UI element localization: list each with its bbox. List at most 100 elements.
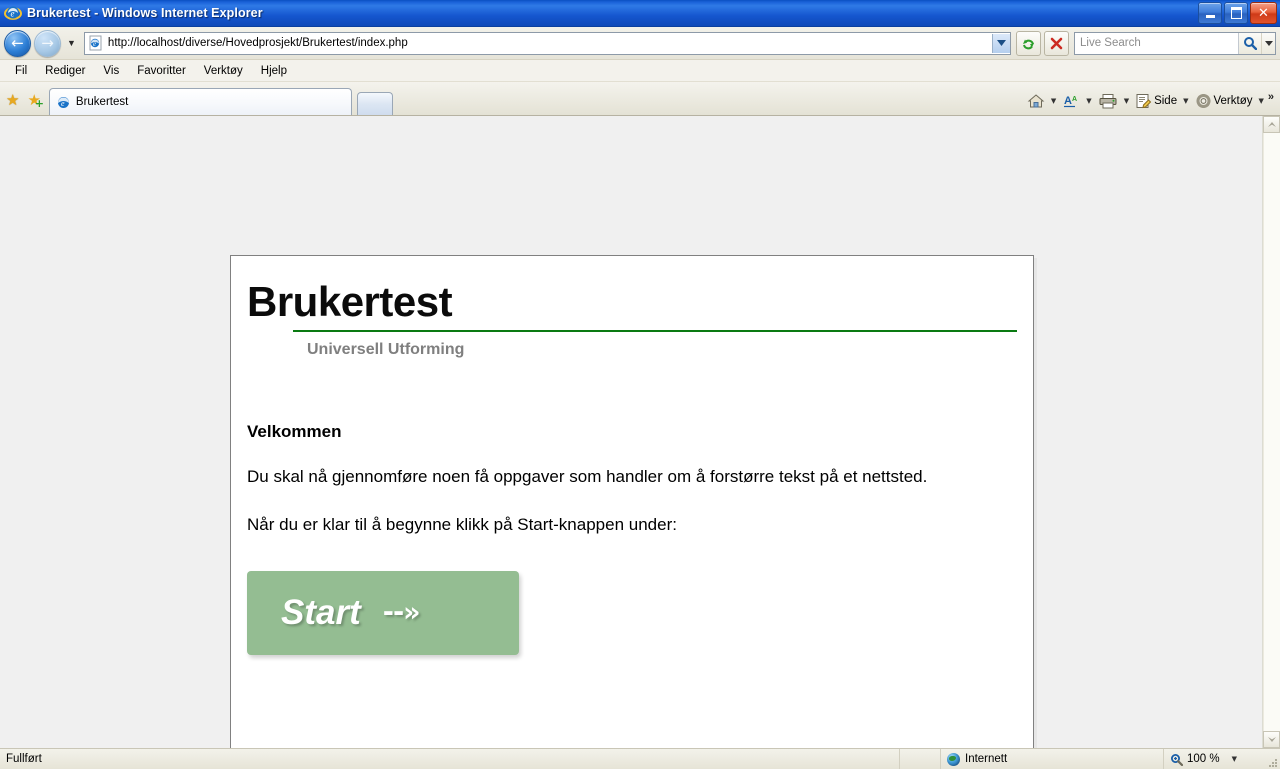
maximize-icon [1230, 7, 1242, 19]
address-input[interactable]: http://localhost/diverse/Hovedprosjekt/B… [108, 37, 408, 49]
status-bar: Fullført Internett 100 % ▼ [0, 748, 1280, 769]
tools-menu-label: Verktøy [1213, 95, 1253, 107]
arrow-right-icon: --» [382, 597, 421, 629]
forward-button[interactable]: → [34, 29, 61, 57]
start-button-label: Start [281, 592, 361, 632]
start-button[interactable]: Start --» [247, 570, 519, 655]
security-zone[interactable]: Internett [941, 749, 1164, 769]
search-icon [1244, 37, 1257, 50]
page-content-frame: Brukertest Universell Utforming Velkomme… [230, 255, 1034, 748]
print-button[interactable] [1096, 91, 1120, 111]
add-favorite-icon[interactable]: ★ + [27, 93, 43, 109]
page-area: Brukertest Universell Utforming Velkomme… [0, 116, 1280, 748]
zoom-level: 100 % [1187, 753, 1220, 765]
browser-window: e Brukertest - Windows Internet Explorer… [0, 0, 1280, 769]
text-size-button[interactable]: A A [1060, 91, 1082, 111]
stop-icon [1050, 37, 1063, 49]
window-controls: ✕ [1198, 2, 1277, 24]
tab-favicon: e [56, 95, 71, 110]
menu-item-favorites[interactable]: Favoritter [128, 63, 195, 79]
gear-icon [1196, 94, 1210, 108]
menu-bar: Fil Rediger Vis Favoritter Verktøy Hjelp [0, 60, 1280, 82]
plus-glyph: + [34, 97, 44, 110]
maximize-button[interactable] [1224, 2, 1248, 24]
history-dropdown-button[interactable]: ▼ [64, 38, 79, 48]
stop-button[interactable] [1044, 30, 1069, 56]
home-caret-icon[interactable]: ▼ [1049, 97, 1058, 105]
print-caret-icon[interactable]: ▼ [1122, 97, 1131, 105]
minimize-button[interactable] [1198, 2, 1222, 24]
title-divider [293, 330, 1017, 333]
instruction-paragraph: Når du er klar til å begynne klikk på St… [247, 515, 677, 535]
home-button[interactable] [1025, 91, 1047, 111]
print-icon [1099, 94, 1117, 109]
favorites-toolbar: ★ ★ + [6, 93, 49, 115]
search-bar[interactable]: Live Search [1074, 31, 1276, 55]
zoom-control[interactable]: 100 % ▼ [1164, 749, 1264, 769]
page-title: Brukertest [247, 278, 453, 325]
page-caret-icon[interactable]: ▼ [1181, 97, 1190, 105]
new-tab-button[interactable] [356, 92, 393, 115]
minimize-icon [1205, 14, 1215, 18]
tools-caret-icon[interactable]: ▼ [1256, 97, 1265, 105]
svg-text:A: A [1064, 95, 1072, 107]
svg-text:e: e [61, 99, 65, 108]
globe-icon [947, 752, 960, 766]
tab-brukertest[interactable]: e Brukertest [48, 88, 352, 115]
title-bar: e Brukertest - Windows Internet Explorer… [0, 0, 1280, 27]
internet-explorer-icon: e [4, 4, 22, 22]
search-dropdown-button[interactable] [1261, 32, 1275, 54]
vertical-scrollbar[interactable] [1262, 116, 1280, 748]
status-message: Fullført [0, 749, 900, 769]
document-viewport: Brukertest Universell Utforming Velkomme… [0, 116, 1262, 748]
page-icon: e [88, 35, 104, 51]
chevron-up-icon [1267, 122, 1276, 127]
intro-paragraph: Du skal nå gjennomføre noen få oppgaver … [247, 467, 928, 487]
svg-text:e: e [11, 9, 15, 19]
forward-arrow-icon: → [41, 34, 54, 52]
scroll-down-button[interactable] [1263, 731, 1280, 748]
search-input[interactable]: Live Search [1080, 37, 1141, 49]
tools-menu-button[interactable]: Verktøy [1193, 91, 1255, 111]
menu-item-tools[interactable]: Verktøy [195, 63, 252, 79]
page-icon [1136, 94, 1152, 109]
toolbar-overflow-icon[interactable]: » [1268, 91, 1274, 103]
close-icon: ✕ [1258, 5, 1269, 21]
svg-text:e: e [93, 40, 96, 48]
page-menu-label: Side [1154, 95, 1178, 107]
refresh-button[interactable] [1016, 30, 1041, 56]
welcome-heading: Velkommen [247, 422, 342, 442]
status-text: Fullført [6, 753, 42, 765]
zone-label: Internett [965, 753, 1008, 765]
text-size-caret-icon[interactable]: ▼ [1084, 97, 1093, 105]
window-title: Brukertest - Windows Internet Explorer [27, 6, 263, 20]
zoom-caret-icon[interactable]: ▼ [1230, 755, 1239, 763]
zoom-icon [1170, 753, 1183, 766]
command-toolbar: ▼ A A ▼ ▼ Side ▼ Verktøy ▼ » [1025, 91, 1274, 111]
close-button[interactable]: ✕ [1250, 2, 1277, 24]
resize-grip[interactable] [1264, 748, 1280, 769]
scrollbar-track[interactable] [1263, 133, 1280, 731]
back-button[interactable]: ← [4, 29, 31, 57]
chevron-down-icon [1267, 737, 1276, 742]
back-arrow-icon: ← [11, 34, 24, 52]
scroll-up-button[interactable] [1263, 116, 1280, 133]
address-bar[interactable]: e http://localhost/diverse/Hovedprosjekt… [83, 31, 1011, 55]
navigation-toolbar: ← → ▼ e http://localhost/diverse/Hovedpr… [0, 27, 1280, 60]
tab-bar: ★ ★ + e Brukertest ▼ A A ▼ ▼ Side ▼ Verk… [0, 82, 1280, 116]
status-spacer-1 [900, 749, 941, 769]
menu-item-edit[interactable]: Rediger [36, 63, 94, 79]
svg-text:A: A [1072, 96, 1077, 103]
address-dropdown-button[interactable] [992, 33, 1010, 53]
text-size-icon: A A [1064, 95, 1077, 108]
menu-item-file[interactable]: Fil [6, 63, 36, 79]
refresh-icon [1023, 39, 1034, 49]
menu-item-help[interactable]: Hjelp [252, 63, 296, 79]
page-subtitle: Universell Utforming [307, 341, 465, 359]
page-menu-button[interactable]: Side [1133, 91, 1179, 111]
favorites-icon[interactable]: ★ [6, 93, 19, 108]
search-button[interactable] [1238, 32, 1261, 54]
home-icon [1027, 94, 1045, 108]
tab-label: Brukertest [75, 96, 129, 108]
menu-item-view[interactable]: Vis [94, 63, 128, 79]
